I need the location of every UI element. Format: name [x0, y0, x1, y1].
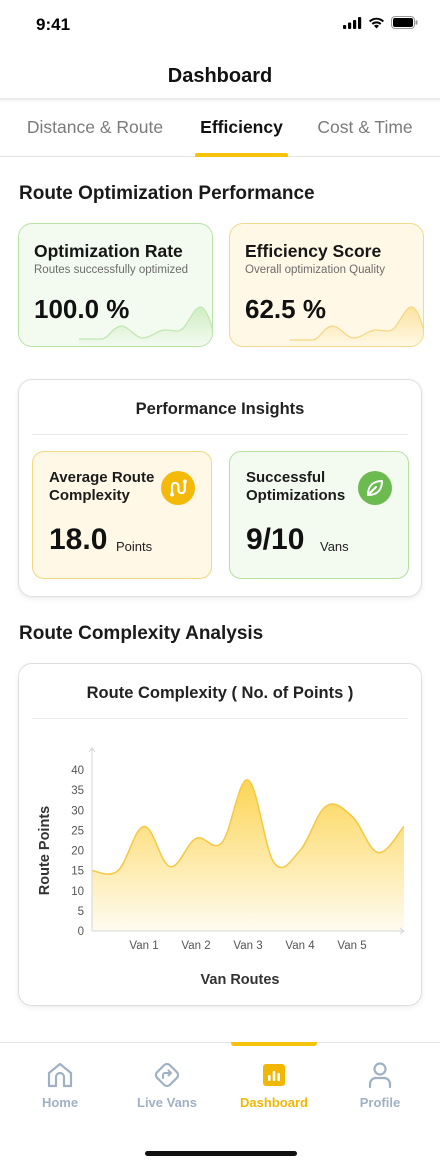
- optimization-rate-card[interactable]: Optimization Rate Routes successfully op…: [18, 223, 213, 347]
- x-tick-label: Van 5: [337, 940, 366, 952]
- y-tick-label: 15: [71, 866, 84, 878]
- wifi-icon: [369, 17, 384, 28]
- nav-label-home: Home: [41, 1095, 79, 1110]
- page-title: Dashboard: [167, 65, 273, 87]
- x-axis-label: Van Routes: [201, 972, 280, 988]
- performance-insights-title: Performance Insights: [135, 400, 305, 418]
- y-tick-label: 0: [78, 926, 84, 938]
- section-title-optimization: Route Optimization Performance: [19, 183, 315, 204]
- nav-item-dashboard[interactable]: Dashboard: [219, 1043, 329, 1129]
- person-icon: [368, 1062, 392, 1089]
- route-complexity-unit: Points: [116, 539, 153, 554]
- y-tick-label: 35: [71, 785, 84, 797]
- battery-icon: [391, 16, 418, 29]
- y-tick-label: 25: [71, 825, 84, 837]
- x-tick-label: Van 2: [181, 940, 210, 952]
- bottom-nav: Home Live Vans Dashboard Profile: [0, 1042, 440, 1128]
- efficiency-score-value: 62.5 %: [245, 294, 326, 324]
- successful-optimizations-value: 9/10: [246, 523, 305, 556]
- performance-insights-panel: Performance Insights Average Route Compl…: [18, 379, 422, 597]
- nav-item-home[interactable]: Home: [5, 1043, 115, 1129]
- route-complexity-card[interactable]: Average Route Complexity 18.0 Points: [32, 451, 212, 579]
- leaf-icon: [367, 480, 383, 496]
- tab-active-indicator: [195, 153, 288, 157]
- y-tick-label: 10: [71, 886, 84, 898]
- tab-cost-time[interactable]: Cost & Time: [305, 102, 425, 156]
- route-icon: [170, 479, 187, 497]
- optimization-rate-subtitle: Routes successfully optimized: [34, 264, 189, 276]
- section-title-complexity: Route Complexity Analysis: [19, 623, 264, 644]
- x-tick-label: Van 3: [233, 940, 262, 952]
- status-time: 9:41: [36, 15, 71, 34]
- y-axis-label: Route Points: [37, 806, 53, 895]
- y-tick-label: 30: [71, 805, 84, 817]
- efficiency-score-title: Efficiency Score: [245, 241, 382, 261]
- route-complexity-chart: 0 5 10 15 20 25 30 35 40 Van 1 Van 2 Van 3 Van 4 Van …: [37, 747, 405, 988]
- successful-optimizations-title: Successful Optimizations: [246, 469, 346, 504]
- y-tick-label: 20: [71, 846, 84, 858]
- successful-optimizations-unit: Vans: [320, 539, 349, 554]
- y-tick-label: 40: [71, 765, 84, 777]
- navigation-icon: [154, 1062, 180, 1088]
- nav-label-dashboard: Dashboard: [240, 1095, 308, 1110]
- home-icon: [47, 1062, 73, 1088]
- x-tick-label: Van 1: [129, 940, 158, 952]
- chart-icon: [263, 1064, 285, 1086]
- home-indicator: [145, 1151, 297, 1156]
- optimization-rate-value: 100.0 %: [34, 294, 130, 324]
- route-complexity-title: Average Route Complexity: [49, 469, 155, 504]
- x-tick-label: Van 4: [285, 940, 315, 952]
- nav-item-profile[interactable]: Profile: [325, 1043, 435, 1129]
- leaf-icon-badge: [358, 471, 392, 505]
- tab-distance-route[interactable]: Distance & Route: [10, 102, 180, 156]
- y-tick-label: 5: [78, 906, 84, 918]
- successful-optimizations-card[interactable]: Successful Optimizations 9/10 Vans: [229, 451, 409, 579]
- chart-area-fill: [92, 779, 404, 931]
- status-icons: [343, 16, 418, 29]
- status-bar: 9:41: [0, 0, 440, 52]
- nav-label-profile: Profile: [359, 1095, 401, 1110]
- nav-label-live-vans: Live Vans: [137, 1095, 197, 1110]
- route-complexity-value: 18.0: [49, 523, 108, 556]
- optimization-rate-title: Optimization Rate: [34, 241, 183, 261]
- efficiency-score-subtitle: Overall optimization Quality: [245, 264, 385, 276]
- nav-item-live-vans[interactable]: Live Vans: [112, 1043, 222, 1129]
- tab-bar: Distance & Route Efficiency Cost & Time: [0, 102, 440, 157]
- signal-icon: [343, 16, 362, 29]
- route-icon-badge: [161, 471, 195, 505]
- tab-efficiency[interactable]: Efficiency: [190, 102, 293, 156]
- panel-divider: [32, 434, 408, 435]
- app-header: Dashboard: [0, 52, 440, 100]
- route-complexity-chart-panel: Route Complexity ( No. of Points ) 0 5 10 1…: [18, 663, 422, 1006]
- efficiency-score-card[interactable]: Efficiency Score Overall optimization Qu…: [229, 223, 424, 347]
